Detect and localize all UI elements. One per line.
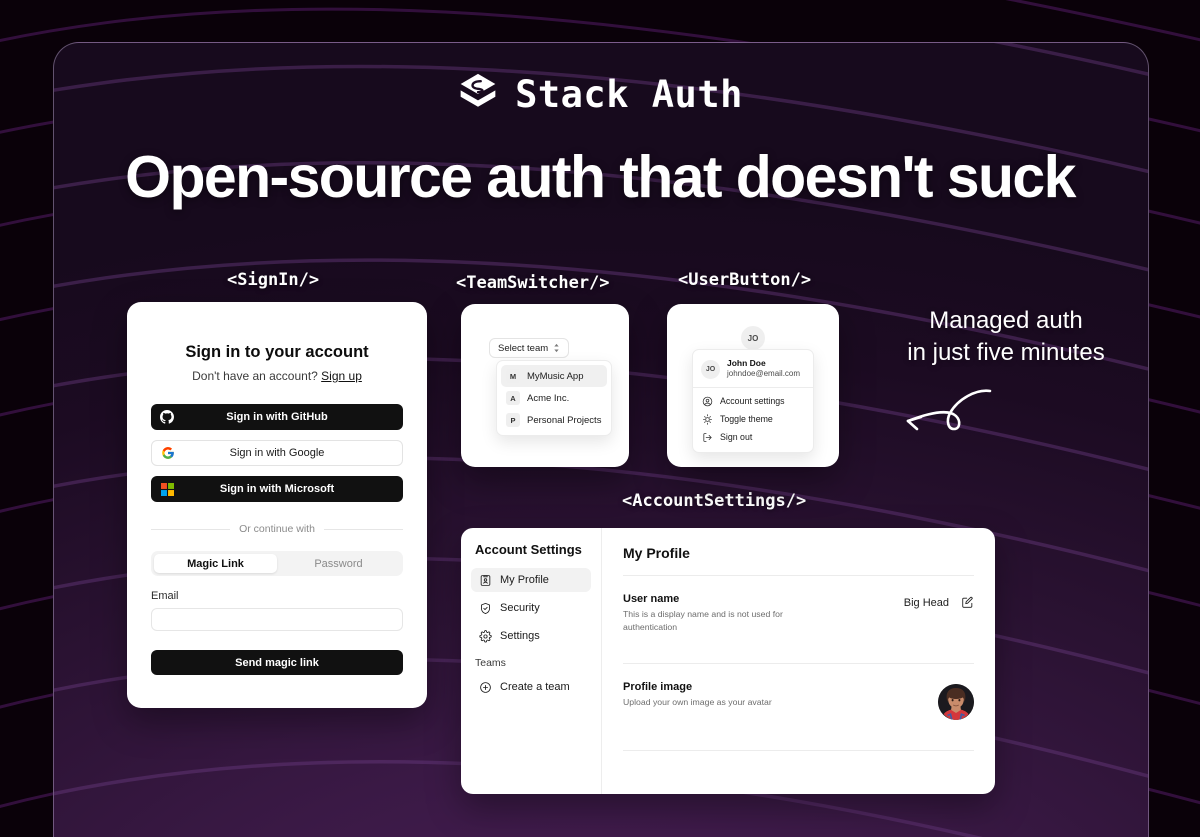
team-option-acme[interactable]: A Acme Inc.	[501, 387, 607, 409]
email-input[interactable]	[151, 608, 403, 631]
signin-microsoft-label: Sign in with Microsoft	[151, 483, 403, 495]
shield-check-icon	[479, 602, 492, 615]
user-name: John Doe	[727, 358, 800, 369]
tab-password[interactable]: Password	[277, 554, 400, 573]
send-magic-link-button[interactable]: Send magic link	[151, 650, 403, 675]
menu-divider	[693, 387, 813, 388]
team-option-label: Personal Projects	[527, 415, 601, 426]
team-switcher-card: Select team M MyMusic App A Acme Inc. P …	[461, 304, 629, 467]
team-option-label: MyMusic App	[527, 371, 584, 382]
team-option-label: Acme Inc.	[527, 393, 569, 404]
account-settings-card: Account Settings My Profile Security Set	[461, 528, 995, 794]
chevron-updown-icon	[553, 343, 560, 353]
user-circle-icon	[702, 396, 713, 407]
sidebar-title: Account Settings	[475, 542, 587, 557]
brand: Stack Auth	[0, 72, 1200, 116]
signin-card: Sign in to your account Don't have an ac…	[127, 302, 427, 708]
page-title: Open-source auth that doesn't suck	[0, 143, 1200, 211]
sidebar-item-label: Create a team	[500, 681, 570, 693]
tagline: Managed auth in just five minutes	[856, 305, 1156, 369]
signin-subtitle: Don't have an account? Sign up	[151, 369, 403, 383]
team-option-personal[interactable]: P Personal Projects	[501, 409, 607, 431]
account-settings-main: My Profile User name This is a display n…	[602, 528, 995, 794]
sidebar-item-label: Security	[500, 602, 540, 614]
curved-arrow-icon	[890, 385, 1000, 445]
signin-method-tabs: Magic Link Password	[151, 551, 403, 576]
menu-item-label: Account settings	[720, 396, 785, 406]
sidebar-item-create-a-team[interactable]: Create a team	[471, 675, 591, 699]
row-title: User name	[623, 593, 904, 605]
user-email: johndoe@email.com	[727, 369, 800, 380]
sign-out-icon	[702, 432, 713, 443]
team-option-mymusic[interactable]: M MyMusic App	[501, 365, 607, 387]
team-avatar: A	[506, 391, 520, 405]
user-name-value: Big Head	[904, 597, 949, 609]
account-settings-sidebar: Account Settings My Profile Security Set	[461, 528, 602, 794]
signin-divider-label: Or continue with	[239, 523, 315, 535]
user-menu-header: JO John Doe johndoe@email.com	[693, 356, 813, 387]
user-avatar-button[interactable]: JO	[741, 326, 765, 350]
settings-row-profile-image: Profile image Upload your own image as y…	[623, 664, 974, 736]
signin-github-label: Sign in with GitHub	[151, 411, 403, 423]
sun-icon	[702, 414, 713, 425]
sidebar-item-settings[interactable]: Settings	[471, 624, 591, 648]
caption-account-settings: <AccountSettings/>	[622, 491, 806, 511]
signin-github-button[interactable]: Sign in with GitHub	[151, 404, 403, 430]
team-avatar: M	[506, 369, 520, 383]
caption-team-switcher: <TeamSwitcher/>	[456, 273, 610, 293]
signin-title: Sign in to your account	[151, 343, 403, 362]
sidebar-item-security[interactable]: Security	[471, 596, 591, 620]
user-menu: JO John Doe johndoe@email.com Account se…	[692, 349, 814, 453]
signin-google-label: Sign in with Google	[152, 447, 402, 459]
gear-icon	[479, 630, 492, 643]
team-select-menu: M MyMusic App A Acme Inc. P Personal Pro…	[496, 360, 612, 436]
team-select-label: Select team	[498, 343, 548, 354]
row-title: Profile image	[623, 681, 938, 693]
id-card-icon	[479, 574, 492, 587]
settings-row-user-name: User name This is a display name and is …	[623, 576, 974, 649]
signin-divider: Or continue with	[151, 523, 403, 535]
menu-item-toggle-theme[interactable]: Toggle theme	[693, 410, 813, 428]
brand-name: Stack Auth	[515, 73, 743, 116]
plus-circle-icon	[479, 681, 492, 694]
signin-google-button[interactable]: Sign in with Google	[151, 440, 403, 466]
edit-icon[interactable]	[961, 596, 974, 609]
email-label: Email	[151, 590, 403, 602]
row-description: Upload your own image as your avatar	[623, 696, 798, 709]
caption-signin: <SignIn/>	[227, 270, 319, 290]
menu-item-sign-out[interactable]: Sign out	[693, 428, 813, 446]
signin-microsoft-button[interactable]: Sign in with Microsoft	[151, 476, 403, 502]
sidebar-item-label: Settings	[500, 630, 540, 642]
stack-auth-logo-icon	[457, 72, 499, 116]
profile-avatar[interactable]	[938, 684, 974, 720]
tagline-line-1: Managed auth	[929, 307, 1082, 334]
divider	[623, 750, 974, 751]
sidebar-group-teams: Teams	[475, 657, 587, 669]
menu-item-account-settings[interactable]: Account settings	[693, 392, 813, 410]
signin-subtitle-text: Don't have an account?	[192, 369, 321, 383]
caption-user-button: <UserButton/>	[678, 270, 811, 290]
tab-magic-link[interactable]: Magic Link	[154, 554, 277, 573]
tagline-line-2: in just five minutes	[907, 339, 1104, 366]
team-avatar: P	[506, 413, 520, 427]
menu-item-label: Toggle theme	[720, 414, 773, 424]
avatar: JO	[701, 360, 720, 379]
row-description: This is a display name and is not used f…	[623, 608, 798, 633]
main-title: My Profile	[623, 545, 974, 561]
menu-item-label: Sign out	[720, 432, 752, 442]
team-select-trigger[interactable]: Select team	[489, 338, 569, 358]
signup-link[interactable]: Sign up	[321, 369, 362, 383]
user-button-card: JO JO John Doe johndoe@email.com Account…	[667, 304, 839, 467]
sidebar-item-my-profile[interactable]: My Profile	[471, 568, 591, 592]
sidebar-item-label: My Profile	[500, 574, 549, 586]
poster-root: Stack Auth Open-source auth that doesn't…	[0, 0, 1200, 837]
